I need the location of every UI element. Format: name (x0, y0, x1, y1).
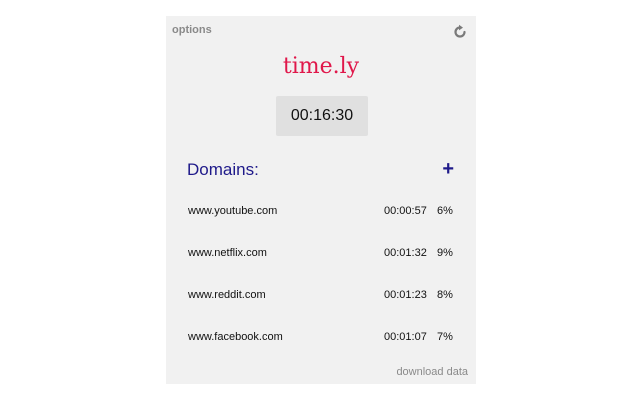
domain-percent: 6% (437, 205, 453, 217)
domain-time: 00:01:07 (384, 331, 427, 343)
domain-row: www.youtube.com 00:00:57 6% (188, 205, 454, 223)
options-link[interactable]: options (172, 24, 212, 36)
domain-percent: 8% (437, 289, 453, 301)
domain-name: www.youtube.com (188, 205, 278, 217)
domains-heading: Domains: (187, 160, 259, 179)
domain-percent: 7% (437, 331, 453, 343)
add-domain-button[interactable]: + (442, 158, 454, 180)
domain-name: www.netflix.com (188, 247, 267, 259)
download-data-link[interactable]: download data (396, 366, 468, 378)
total-time-display: 00:16:30 (276, 96, 368, 136)
domain-row: www.reddit.com 00:01:23 8% (188, 289, 454, 307)
refresh-icon[interactable] (452, 24, 468, 40)
domain-time: 00:01:32 (384, 247, 427, 259)
popup-panel: options time.ly 00:16:30 Domains: + www.… (166, 16, 476, 384)
domain-time: 00:01:23 (384, 289, 427, 301)
domain-percent: 9% (437, 247, 453, 259)
refresh-icon-glyph (454, 24, 466, 38)
domain-row: www.netflix.com 00:01:32 9% (188, 247, 454, 265)
app-logo: time.ly (282, 54, 360, 79)
domain-name: www.reddit.com (188, 289, 266, 301)
domain-row: www.facebook.com 00:01:07 7% (188, 331, 454, 349)
domain-name: www.facebook.com (188, 331, 283, 343)
domain-time: 00:00:57 (384, 205, 427, 217)
